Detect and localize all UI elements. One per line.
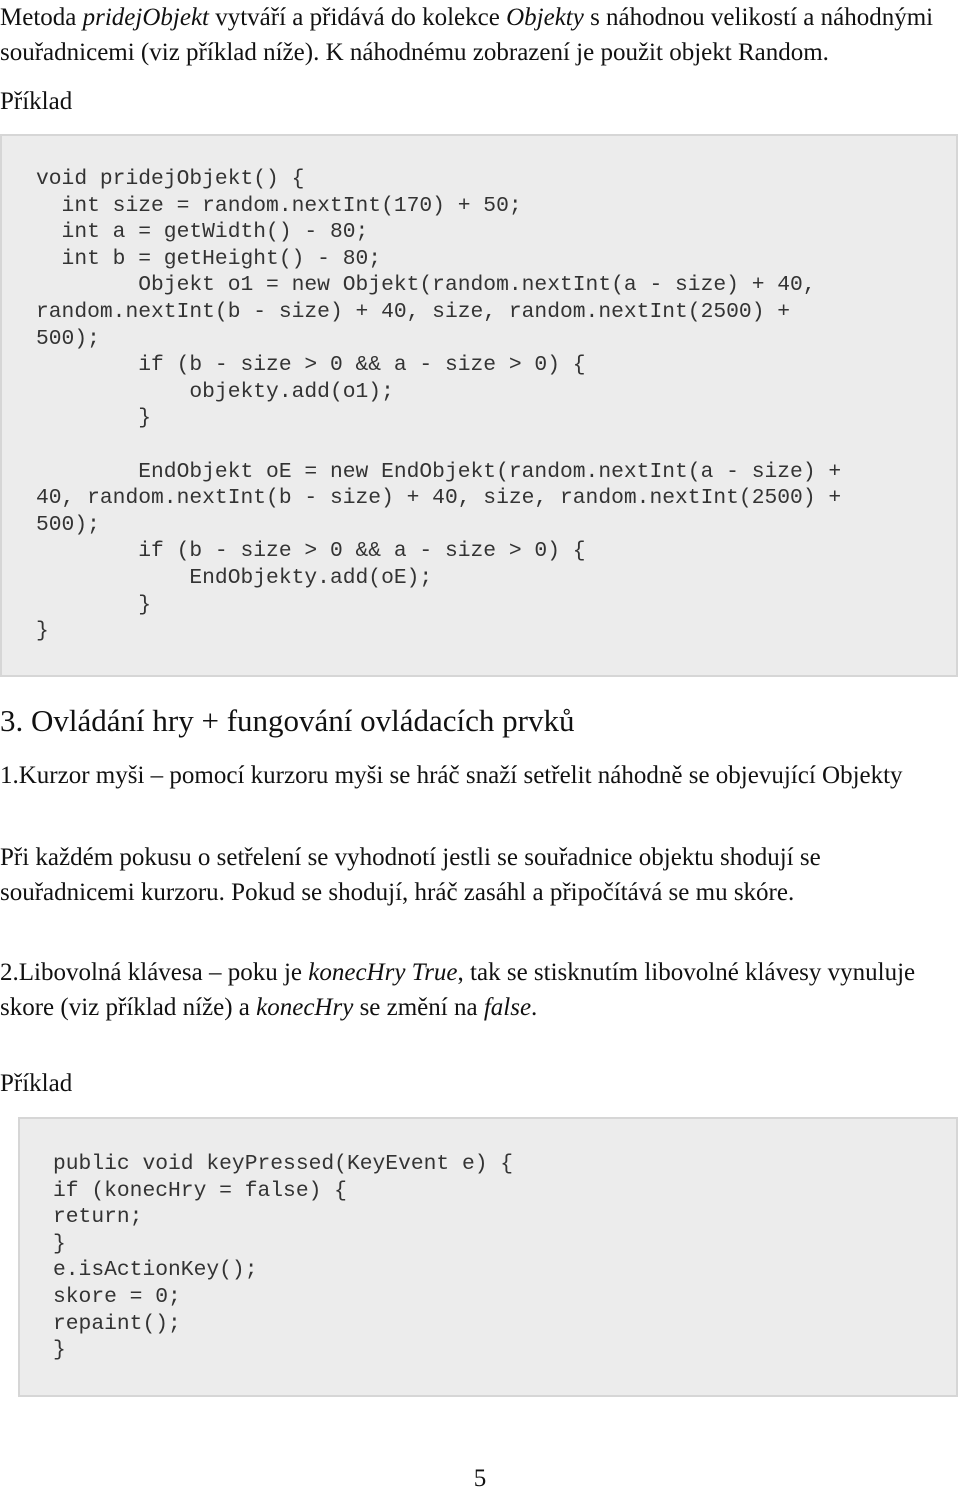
code-line: EndObjekty.add(oE); — [36, 565, 433, 590]
code-line: 40, random.nextInt(b - size) + 40, size,… — [36, 486, 842, 511]
code-block-1-text: void pridejObjekt() { int size = random.… — [36, 166, 841, 645]
item-2-text-4: se změní na — [353, 994, 484, 1021]
intro-text-2: vytváří a přidává do kolekce — [208, 4, 507, 31]
item-1-paragraph: 1.Kurzor myši – pomocí kurzoru myši se h… — [0, 762, 903, 789]
code-line: return; — [53, 1205, 143, 1230]
section-heading: 3. Ovládání hry + fungování ovládacích p… — [0, 703, 575, 738]
item-2-text-6: . — [531, 994, 538, 1021]
intro-collection-name: Objekty — [506, 4, 584, 31]
code-line: if (b - size > 0 && a - size > 0) { — [36, 539, 586, 564]
code-line: Objekt o1 = new Objekt(random.nextInt(a … — [36, 273, 816, 298]
item-2-konechry-true: konecHry True — [308, 959, 458, 986]
code-line: 500); — [36, 326, 100, 351]
code-line: if (konecHry = false) { — [53, 1178, 347, 1203]
code-line: int size = random.nextInt(170) + 50; — [36, 193, 522, 218]
code-line: } — [53, 1338, 66, 1363]
example-label-2: Příklad — [0, 1070, 73, 1097]
code-line: 500); — [36, 512, 100, 537]
code-line: } — [53, 1231, 66, 1256]
code-line: } — [36, 592, 152, 617]
code-line: void pridejObjekt() { — [36, 167, 305, 191]
item-1-detail-paragraph: Při každém pokusu o setřelení se vyhodno… — [0, 844, 821, 906]
item-2-konechry: konecHry — [256, 994, 354, 1021]
item-2-false: false — [483, 994, 532, 1021]
code-line: random.nextInt(b - size) + 40, size, ran… — [36, 299, 791, 324]
example-label-1: Příklad — [0, 88, 73, 115]
item-2-text-0: 2.Libovolná klávesa – poku je — [0, 959, 309, 986]
code-line: skore = 0; — [53, 1284, 181, 1309]
code-line: int a = getWidth() - 80; — [36, 220, 369, 245]
code-line: e.isActionKey(); — [53, 1258, 258, 1283]
intro-paragraph: Metoda pridejObjekt vytváří a přidává do… — [0, 0, 960, 70]
item-2-paragraph: 2.Libovolná klávesa – poku je konecHry T… — [0, 955, 960, 1025]
code-line: EndObjekt oE = new EndObjekt(random.next… — [36, 459, 842, 484]
code-block-2: public void keyPressed(KeyEvent e) { if … — [18, 1117, 958, 1397]
code-line: } — [36, 619, 49, 644]
code-block-1: void pridejObjekt() { int size = random.… — [0, 134, 958, 677]
page-number: 5 — [473, 1465, 487, 1492]
code-line: if (b - size > 0 && a - size > 0) { — [36, 353, 586, 378]
code-line: repaint(); — [53, 1311, 181, 1336]
code-line: int b = getHeight() - 80; — [36, 246, 382, 271]
code-line: } — [36, 406, 152, 431]
code-block-2-text: public void keyPressed(KeyEvent e) { if … — [53, 1151, 513, 1364]
intro-text-0: Metoda — [0, 4, 83, 31]
code-line: objekty.add(o1); — [36, 379, 394, 404]
code-line: public void keyPressed(KeyEvent e) { — [53, 1152, 514, 1176]
intro-method-name: pridejObjekt — [82, 4, 209, 31]
